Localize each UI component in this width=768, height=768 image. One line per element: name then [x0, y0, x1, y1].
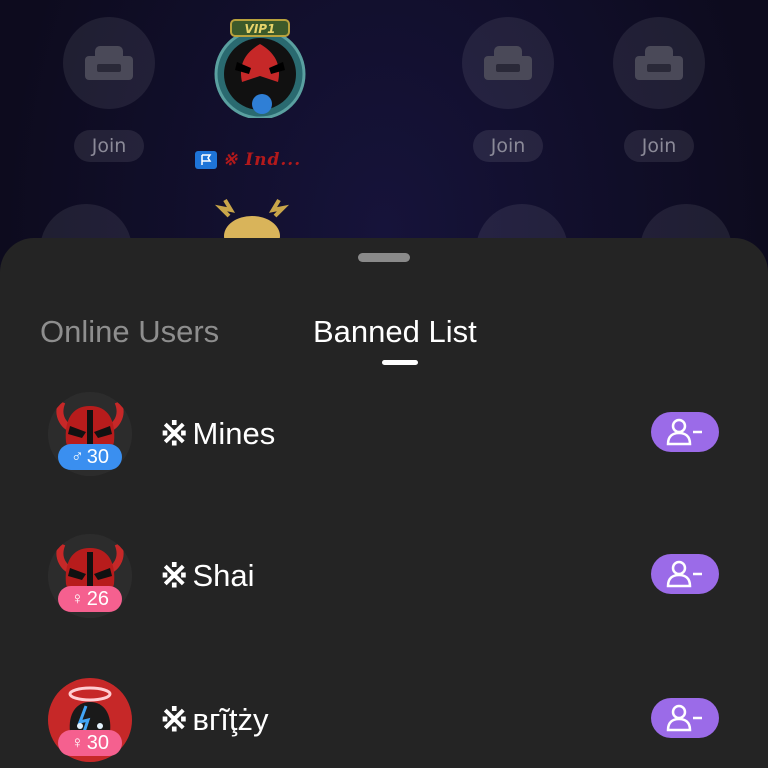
banned-user-row[interactable]: ♀ 26 ※ Shai — [0, 534, 768, 634]
empty-seat-4[interactable] — [613, 17, 705, 109]
host-vip-avatar[interactable]: VIP1 — [207, 18, 313, 118]
deer-avatar[interactable] — [205, 192, 299, 240]
name-prefix-symbol: ※ — [160, 701, 189, 739]
join-label: Join — [641, 135, 677, 157]
male-icon: ♂ — [71, 447, 84, 466]
tab-banned-list[interactable]: Banned List — [313, 312, 477, 352]
female-icon: ♀ — [71, 733, 84, 752]
join-label: Join — [490, 135, 526, 157]
remove-user-icon — [666, 418, 702, 446]
vip-label: VIP1 — [245, 22, 276, 36]
age-text: 30 — [86, 731, 109, 754]
banned-user-row[interactable]: ♂ 30 ※ Mines — [0, 392, 768, 492]
gender-age-badge: ♀ 26 — [58, 586, 122, 612]
gender-age-badge: ♀ 30 — [58, 730, 122, 756]
banned-user-row[interactable]: ♀ 30 ※ вгĩţżу — [0, 678, 768, 768]
unban-user-button[interactable] — [651, 698, 719, 738]
seat-1-join-button[interactable]: Join — [74, 130, 144, 162]
seat-3-join-button[interactable]: Join — [473, 130, 543, 162]
age-text: 26 — [86, 587, 109, 610]
unban-user-button[interactable] — [651, 412, 719, 452]
female-icon: ♀ — [71, 589, 84, 608]
flag-icon — [195, 151, 217, 169]
join-label: Join — [91, 135, 127, 157]
tab-online-users[interactable]: Online Users — [40, 312, 219, 352]
active-tab-indicator — [382, 360, 418, 365]
age-text: 30 — [86, 445, 109, 468]
gender-age-badge: ♂ 30 — [58, 444, 122, 470]
empty-seat-1[interactable] — [63, 17, 155, 109]
host-name: ※ Ind... — [195, 149, 301, 171]
username: ※ вгĩţżу — [160, 698, 269, 742]
username-text: Mines — [192, 416, 276, 451]
seat-4-join-button[interactable]: Join — [624, 130, 694, 162]
unban-user-button[interactable] — [651, 554, 719, 594]
host-name-text: ※ Ind... — [223, 150, 302, 170]
username: ※ Mines — [160, 412, 275, 456]
sofa-icon — [85, 46, 133, 80]
user-list-sheet: Online Users Banned List ♂ 30 ※ Mines ♀ … — [0, 238, 768, 768]
remove-user-icon — [666, 704, 702, 732]
name-prefix-symbol: ※ — [160, 415, 189, 453]
username-text: вгĩţżу — [192, 702, 269, 737]
empty-seat-3[interactable] — [462, 17, 554, 109]
sheet-drag-handle[interactable] — [358, 253, 410, 262]
sofa-icon — [484, 46, 532, 80]
username-text: Shai — [192, 558, 255, 593]
sofa-icon — [635, 46, 683, 80]
remove-user-icon — [666, 560, 702, 588]
username: ※ Shai — [160, 554, 255, 598]
name-prefix-symbol: ※ — [160, 557, 189, 595]
